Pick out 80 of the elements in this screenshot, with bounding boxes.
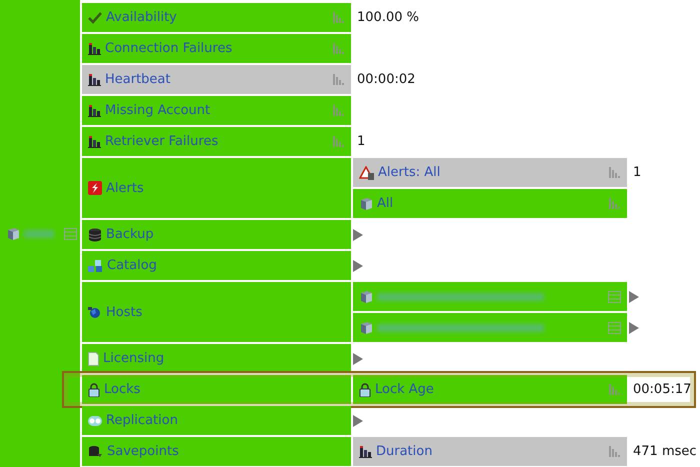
bar-chart-icon (333, 74, 345, 85)
tree-item[interactable]: Catalog (82, 251, 351, 280)
bar-chart-icon (88, 73, 101, 86)
database-icon (88, 228, 102, 242)
expand-arrow-icon[interactable] (353, 352, 363, 364)
document-icon (88, 352, 99, 366)
bar-chart-icon (333, 43, 345, 54)
bar-chart-icon (609, 384, 621, 395)
item-label: Catalog (107, 258, 158, 273)
metric-item[interactable]: Lock Age (353, 375, 627, 404)
metric-label: Duration (376, 444, 434, 459)
metric-value: 100.00 % (356, 10, 419, 25)
warning-icon (359, 166, 374, 180)
bar-chart-icon (609, 167, 621, 178)
metric-item[interactable]: Duration (353, 437, 627, 466)
tree-item[interactable]: Missing Account (82, 96, 351, 125)
item-label: Hosts (106, 304, 144, 320)
lock-icon (359, 382, 371, 396)
bar-chart-icon (88, 135, 101, 148)
item-label: Backup (106, 227, 155, 242)
tree-item[interactable]: Replication (82, 406, 351, 435)
item-label: Replication (106, 413, 179, 428)
tree-item[interactable]: Alerts (82, 158, 351, 218)
expand-arrow-icon[interactable] (353, 260, 363, 272)
item-label: Licensing (103, 351, 166, 366)
host-icon (359, 290, 373, 304)
tree-item[interactable]: Retriever Failures (82, 127, 351, 156)
database-icon (88, 444, 103, 458)
bar-chart-icon (359, 445, 372, 458)
catalog-icon (88, 260, 103, 272)
item-label: Alerts (106, 180, 145, 196)
metric-item[interactable]: Alerts: All (353, 158, 627, 187)
tree-item[interactable]: Savepoints (82, 437, 351, 466)
metric-value: 1 (632, 165, 642, 180)
bar-chart-icon (88, 42, 101, 55)
replication-icon (88, 416, 102, 426)
item-label: Heartbeat (105, 72, 172, 87)
bar-chart-icon (333, 105, 345, 116)
list-icon (64, 228, 77, 240)
bar-chart-icon (333, 136, 345, 147)
tree-item[interactable]: Hosts (82, 282, 351, 342)
expand-arrow-icon[interactable] (353, 414, 363, 426)
expand-arrow-icon[interactable] (353, 228, 363, 240)
metric-value: 1 (356, 134, 366, 149)
metric-value: 471 msec (632, 444, 697, 459)
metric-label: Lock Age (375, 382, 435, 397)
lock-icon (88, 382, 100, 396)
cube-icon (359, 196, 373, 210)
item-label: Locks (104, 382, 142, 397)
item-label: Savepoints (107, 444, 180, 459)
metric-value: 00:05:17 (632, 382, 692, 397)
tree-item[interactable]: Availability (82, 3, 351, 32)
bar-chart-icon (333, 12, 345, 23)
host-icon (359, 320, 373, 334)
tree-item[interactable]: Licensing (82, 344, 351, 373)
item-label: Missing Account (105, 103, 212, 118)
bar-chart-icon (609, 198, 621, 209)
root-node[interactable] (0, 0, 80, 467)
tree-item[interactable]: Heartbeat (82, 65, 351, 94)
tree-item[interactable]: Locks (82, 375, 351, 404)
bar-chart-icon (88, 104, 101, 117)
alert-icon (88, 181, 102, 195)
metric-item[interactable]: All (353, 189, 627, 218)
globe-icon (88, 306, 102, 318)
metric-label: Alerts: All (378, 165, 442, 180)
tree-item[interactable]: Backup (82, 220, 351, 249)
bar-chart-icon (609, 446, 621, 457)
expand-arrow-icon[interactable] (629, 290, 639, 302)
metric-value: 00:00:02 (356, 72, 416, 87)
tree-item[interactable]: Connection Failures (82, 34, 351, 63)
blurred-name (24, 230, 54, 238)
item-label: Connection Failures (105, 41, 234, 56)
cube-icon (6, 226, 20, 240)
expand-arrow-icon[interactable] (629, 322, 639, 334)
metric-label: All (377, 196, 394, 211)
list-icon (608, 290, 621, 302)
list-icon (608, 322, 621, 334)
item-label: Retriever Failures (105, 134, 220, 149)
checkmark-icon (88, 12, 102, 24)
item-label: Availability (106, 10, 178, 25)
